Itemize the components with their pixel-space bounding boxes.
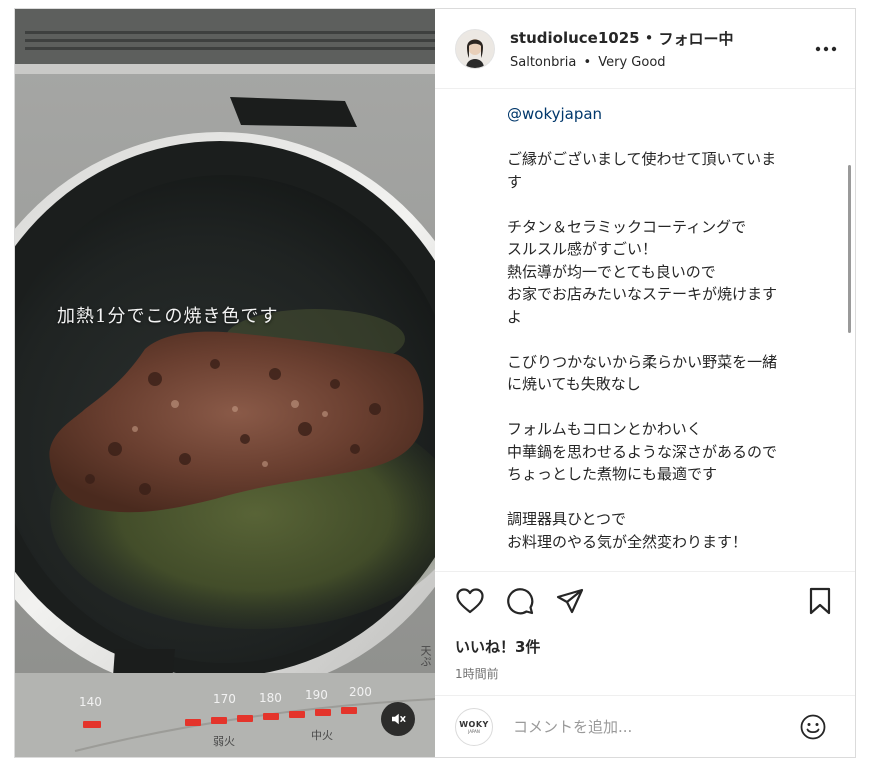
more-horizontal-icon [815, 46, 837, 51]
comment-button[interactable] [505, 586, 535, 616]
add-comment-bar: WOKY JAPAN [435, 695, 855, 757]
heart-icon [456, 588, 484, 614]
dial-tick-140: 140 [79, 695, 102, 709]
caption-line: お家でお店みたいなステーキが焼けます [507, 285, 778, 303]
post-header: studioluce1025 • フォロー中 Saltonbria • Very… [435, 9, 855, 89]
share-button[interactable] [555, 586, 585, 616]
like-button[interactable] [455, 586, 485, 616]
post-actions-section: いいね！3件 1時間前 [435, 571, 855, 695]
comment-input[interactable] [511, 716, 799, 737]
save-button[interactable] [805, 586, 835, 616]
dial-tick-180: 180 [259, 691, 282, 705]
dial-mid-label: 中火 [311, 729, 333, 742]
caption-line: よ [507, 307, 523, 326]
author-username[interactable]: studioluce1025 [510, 29, 640, 47]
avatar-brand-subtext: JAPAN [468, 728, 480, 734]
caption-line: こびりつかないから柔らかい野菜を一緒 [507, 352, 778, 371]
post-location[interactable]: Saltonbria [510, 55, 576, 70]
caption-line: ご縁がございまして使わせて頂いていま [507, 150, 777, 168]
post-caption: @wokyjapan ご縁がございまして使わせて頂いていま す チタン＆セラミッ… [435, 89, 855, 571]
avatar-brand-text: WOKY [459, 719, 489, 729]
steak-in-pan-image [15, 9, 435, 757]
caption-line: スルスル感がすごい！ [507, 240, 658, 258]
caption-mention-link[interactable]: @wokyjapan [507, 103, 825, 126]
post-video[interactable]: 140 170 180 190 200 弱火 中火 天ぷ 加熱1分でこの焼き色で… [15, 9, 435, 757]
caption-scrollbar[interactable] [848, 165, 851, 333]
caption-line: 調理器具ひとつで [507, 510, 626, 528]
following-button[interactable]: フォロー中 [658, 28, 733, 49]
dial-tick-200: 200 [349, 685, 372, 699]
caption-line: フォルムもコロンとかわいく [507, 420, 702, 438]
author-photo [456, 29, 494, 68]
speaker-muted-icon [392, 713, 406, 725]
dial-low-label: 弱火 [213, 735, 235, 748]
caption-line: す [507, 172, 523, 191]
paper-plane-icon [556, 588, 584, 614]
caption-line: ちょっとした煮物にも最適です [507, 465, 718, 483]
post-timestamp[interactable]: 1時間前 [455, 665, 835, 682]
caption-line: 熱伝導が均一でとても良いので [507, 262, 716, 281]
post-sidebar: studioluce1025 • フォロー中 Saltonbria • Very… [435, 9, 855, 757]
location-separator: • [583, 54, 592, 70]
caption-line: に焼いても失敗なし [507, 375, 641, 393]
header-separator: • [644, 29, 654, 47]
caption-line: チタン＆セラミックコーティングで [507, 217, 747, 236]
caption-line: 中華鍋を思わせるような深さがあるので [507, 442, 778, 461]
mute-toggle-button[interactable] [381, 702, 415, 736]
likes-count[interactable]: いいね！3件 [455, 636, 835, 657]
emoji-picker-button[interactable] [799, 713, 827, 741]
comment-bubble-icon [507, 588, 534, 615]
bookmark-icon [809, 587, 831, 615]
stove-corner-label: 天ぷ [419, 645, 432, 667]
dial-tick-170: 170 [213, 692, 236, 706]
video-overlay-caption: 加熱1分でこの焼き色です [57, 306, 279, 327]
post-dialog: 140 170 180 190 200 弱火 中火 天ぷ 加熱1分でこの焼き色で… [14, 8, 856, 758]
caption-line: お料理のやる気が全然変わります！ [507, 532, 748, 551]
current-user-avatar: WOKY JAPAN [455, 707, 493, 746]
dial-tick-190: 190 [305, 688, 328, 702]
author-avatar[interactable] [455, 28, 495, 69]
more-options-button[interactable] [811, 34, 841, 64]
post-audio-track[interactable]: Very Good [598, 55, 665, 70]
smiley-face-icon [800, 714, 826, 739]
